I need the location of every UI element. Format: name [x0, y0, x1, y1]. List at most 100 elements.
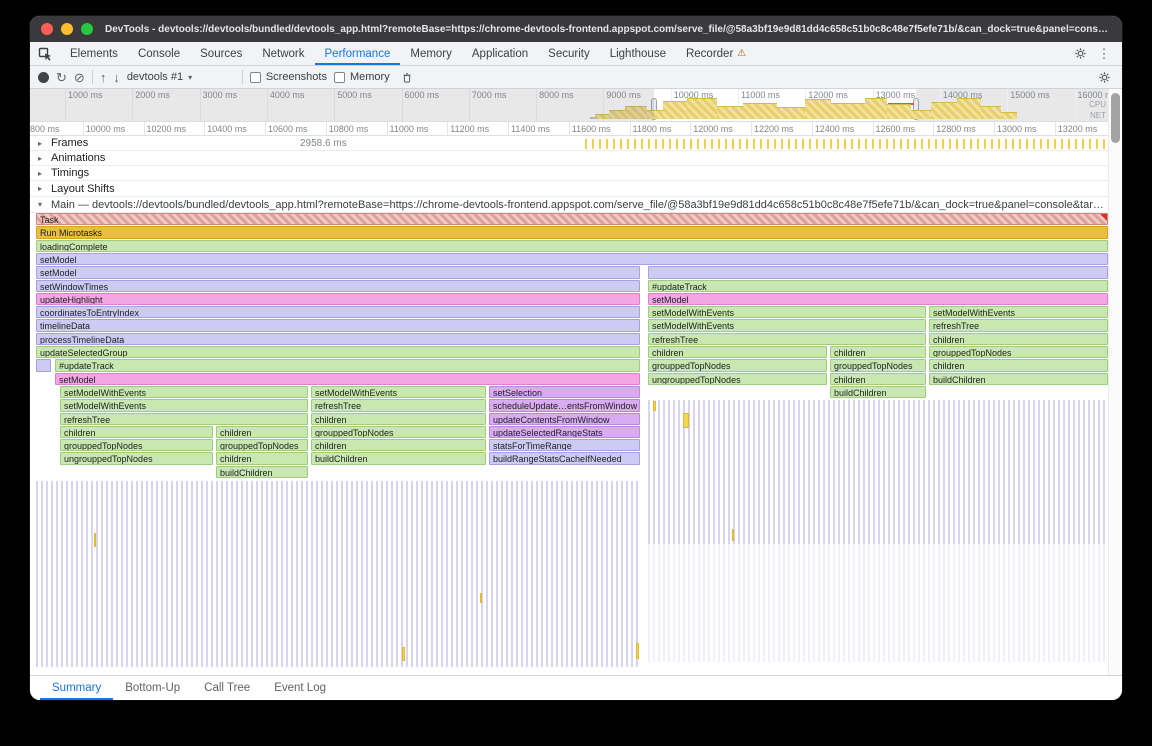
save-profile-button[interactable]: ↓ — [113, 71, 120, 84]
tab-memory[interactable]: Memory — [400, 42, 462, 65]
flame-bar[interactable]: Task — [36, 213, 1108, 225]
flame-bar[interactable]: grouppedTopNodes — [216, 439, 308, 451]
cpu-track-label: CPU — [1089, 100, 1106, 109]
ruler-gridline — [204, 122, 205, 135]
flame-bar[interactable]: setModelWithEvents — [60, 399, 308, 411]
ruler-gridline — [933, 122, 934, 135]
inspect-element-button[interactable] — [30, 42, 60, 65]
tab-lighthouse[interactable]: Lighthouse — [600, 42, 676, 65]
flame-bar[interactable]: ungrouppedTopNodes — [60, 452, 213, 464]
track-main[interactable]: ▾ Main — devtools://devtools/bundled/dev… — [30, 197, 1108, 213]
track-timings[interactable]: ▸ Timings — [30, 166, 1108, 181]
flame-bar[interactable]: buildChildren — [929, 373, 1108, 385]
flame-bar[interactable]: children — [216, 426, 308, 438]
flame-bar[interactable]: children — [216, 452, 308, 464]
track-animations[interactable]: ▸ Animations — [30, 151, 1108, 166]
flame-bar[interactable]: setModelWithEvents — [648, 306, 926, 318]
zoom-window-button[interactable] — [81, 23, 93, 35]
flame-bar[interactable]: children — [60, 426, 213, 438]
flame-bar[interactable]: buildChildren — [311, 452, 486, 464]
settings-gear-button[interactable] — [1070, 44, 1090, 64]
flame-bar[interactable]: setModelWithEvents — [311, 386, 486, 398]
flame-bar[interactable]: updateHighlight — [36, 293, 640, 305]
tab-sources[interactable]: Sources — [190, 42, 252, 65]
flame-bar[interactable]: processTimelineData — [36, 333, 640, 345]
flame-bar[interactable]: grouppedTopNodes — [929, 346, 1108, 358]
flame-bar[interactable]: buildRangeStatsCacheIfNeeded — [489, 452, 640, 464]
track-layout-shifts[interactable]: ▸ Layout Shifts — [30, 181, 1108, 197]
track-frames[interactable]: ▸ Frames 2958.6 ms — [30, 136, 1108, 151]
scrollbar-thumb[interactable] — [1111, 93, 1120, 143]
capture-settings-gear-button[interactable] — [1094, 67, 1114, 87]
flame-bar[interactable]: setSelection — [489, 386, 640, 398]
flame-bar[interactable]: updateSelectedGroup — [36, 346, 640, 358]
flame-bar[interactable]: Run Microtasks — [36, 226, 1108, 238]
tab-network[interactable]: Network — [252, 42, 314, 65]
flame-bar[interactable]: grouppedTopNodes — [60, 439, 213, 451]
reload-and-record-button[interactable]: ↻ — [56, 71, 67, 84]
flame-bar[interactable]: children — [648, 346, 827, 358]
flame-bar[interactable]: updateSelectedRangeStats — [489, 426, 640, 438]
flame-bar[interactable]: setModel — [36, 253, 1108, 265]
memory-checkbox-label: Memory — [350, 71, 390, 83]
clear-recording-button[interactable]: ⊘ — [74, 71, 85, 84]
close-window-button[interactable] — [41, 23, 53, 35]
flame-bar[interactable]: #updateTrack — [648, 280, 1108, 292]
flame-bar[interactable]: statsForTimeRange — [489, 439, 640, 451]
record-button[interactable] — [38, 72, 49, 83]
flame-bar[interactable]: buildChildren — [830, 386, 926, 398]
flame-bar[interactable] — [36, 359, 51, 371]
cpu-activity-bump — [981, 106, 1001, 119]
overview-track[interactable]: CPU NET 1000 ms2000 ms3000 ms4000 ms5000… — [30, 89, 1122, 122]
flame-bar[interactable]: children — [311, 439, 486, 451]
flame-bar[interactable]: refreshTree — [60, 413, 308, 425]
tab-application[interactable]: Application — [462, 42, 538, 65]
flame-bar[interactable]: loadingComplete — [36, 240, 1108, 252]
tab-bottom-up[interactable]: Bottom-Up — [113, 676, 192, 700]
flame-bar[interactable]: refreshTree — [929, 319, 1108, 331]
load-profile-button[interactable]: ↑ — [100, 71, 107, 84]
flame-bar[interactable]: buildChildren — [216, 466, 308, 478]
tab-security[interactable]: Security — [538, 42, 600, 65]
flame-bar[interactable]: children — [929, 359, 1108, 371]
flame-bar[interactable]: updateContentsFromWindow — [489, 413, 640, 425]
flame-bar[interactable]: ungrouppedTopNodes — [648, 373, 827, 385]
flame-bar[interactable]: scheduleUpdate…entsFromWindow — [489, 399, 640, 411]
flame-bar[interactable]: grouppedTopNodes — [648, 359, 827, 371]
flame-bar[interactable]: coordinatesToEntryIndex — [36, 306, 640, 318]
flame-bar[interactable]: children — [929, 333, 1108, 345]
tab-elements[interactable]: Elements — [60, 42, 128, 65]
tab-console[interactable]: Console — [128, 42, 190, 65]
flame-bar[interactable]: refreshTree — [648, 333, 926, 345]
tab-event-log[interactable]: Event Log — [262, 676, 338, 700]
flame-bar[interactable]: children — [830, 373, 926, 385]
flame-bar[interactable]: children — [311, 413, 486, 425]
vertical-scrollbar[interactable] — [1108, 89, 1122, 675]
ruler-tick-label: 10800 ms — [329, 124, 369, 134]
flame-bar[interactable]: children — [830, 346, 926, 358]
flame-bar[interactable] — [648, 266, 1108, 278]
flame-bar[interactable]: setModelWithEvents — [929, 306, 1108, 318]
minimize-window-button[interactable] — [61, 23, 73, 35]
flame-bar[interactable]: setWindowTimes — [36, 280, 640, 292]
flame-bar[interactable]: setModel — [55, 373, 640, 385]
flame-bar[interactable]: setModelWithEvents — [60, 386, 308, 398]
profile-select[interactable]: devtools #1 ▾ — [127, 71, 235, 83]
flame-chart[interactable]: TaskRun MicrotasksloadingCompletesetMode… — [30, 213, 1108, 675]
tab-performance[interactable]: Performance — [315, 42, 401, 65]
memory-checkbox[interactable]: Memory — [334, 71, 390, 83]
flame-bar[interactable]: #updateTrack — [55, 359, 640, 371]
tab-call-tree[interactable]: Call Tree — [192, 676, 262, 700]
flame-bar[interactable]: setModel — [648, 293, 1108, 305]
flame-bar[interactable]: grouppedTopNodes — [311, 426, 486, 438]
flame-bar[interactable]: refreshTree — [311, 399, 486, 411]
flame-bar[interactable]: grouppedTopNodes — [830, 359, 926, 371]
flame-bar[interactable]: setModelWithEvents — [648, 319, 926, 331]
garbage-collect-button[interactable] — [397, 67, 417, 87]
tab-summary[interactable]: Summary — [40, 676, 113, 700]
flame-bar[interactable]: timelineData — [36, 319, 640, 331]
screenshots-checkbox[interactable]: Screenshots — [250, 71, 327, 83]
tab-recorder[interactable]: Recorder — [676, 42, 743, 65]
kebab-menu-button[interactable]: ⋮ — [1094, 44, 1114, 64]
flame-bar[interactable]: setModel — [36, 266, 640, 278]
